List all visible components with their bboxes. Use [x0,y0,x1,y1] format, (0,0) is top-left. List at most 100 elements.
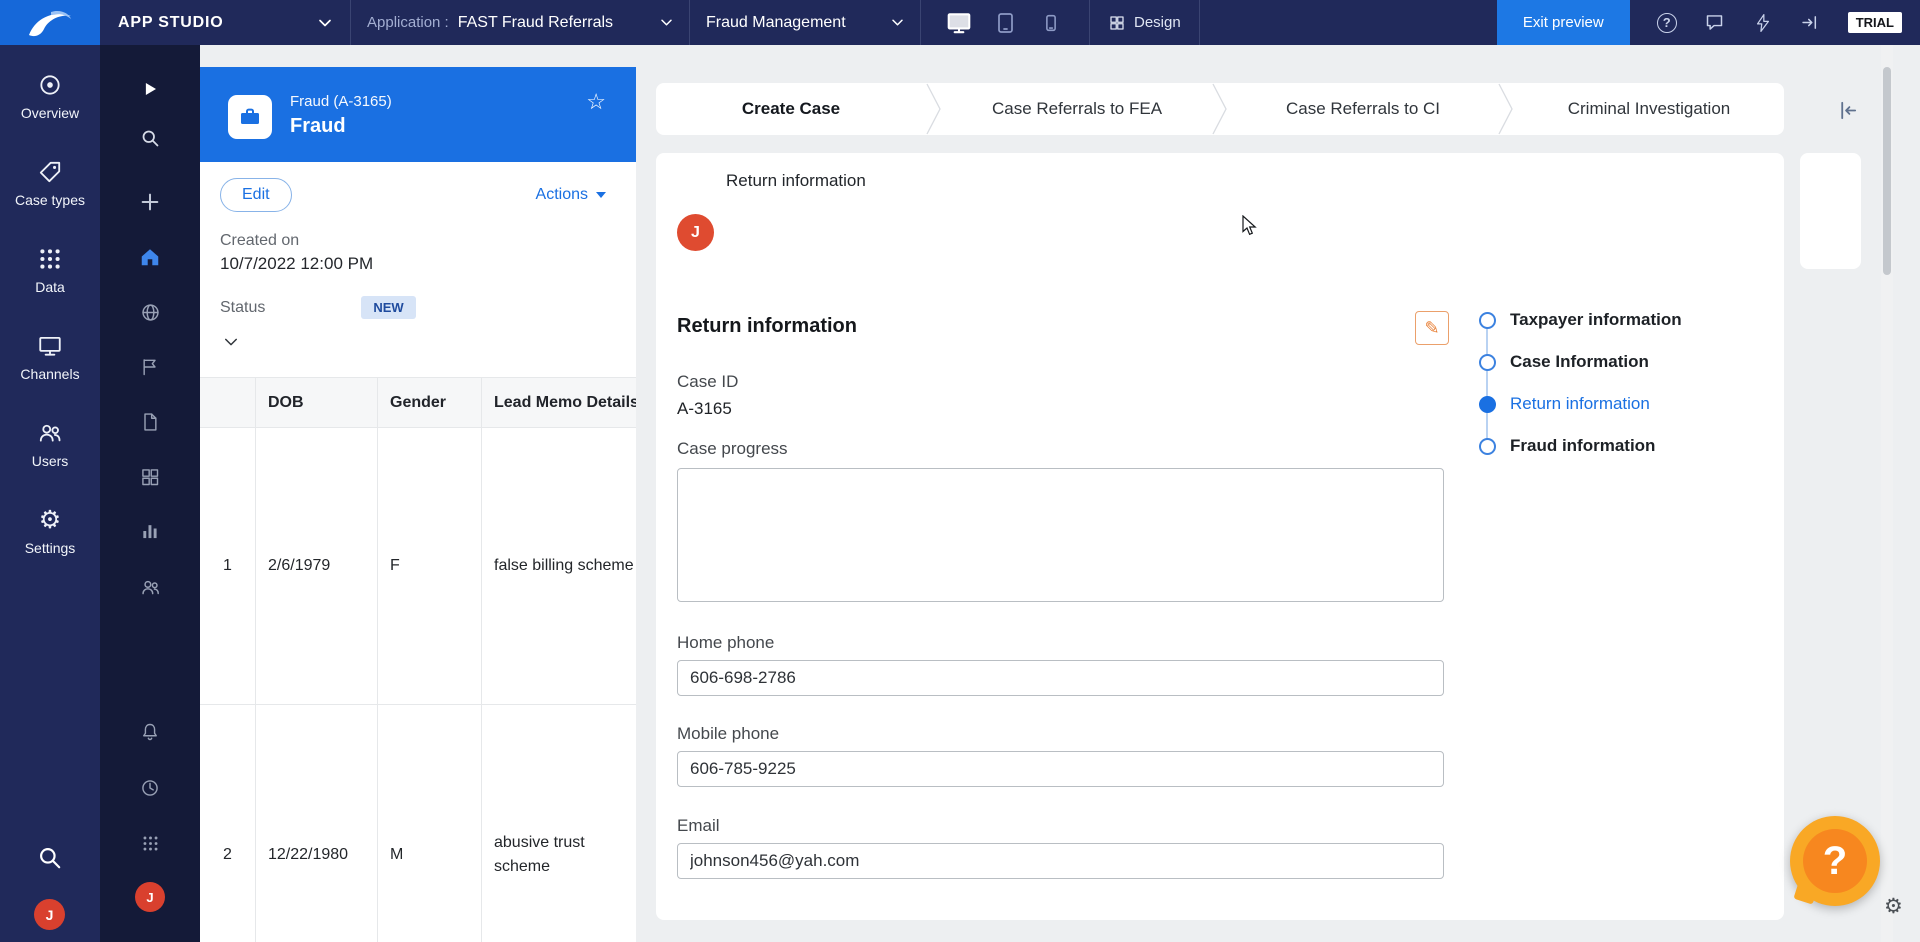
email-input[interactable] [677,843,1444,879]
table-row[interactable]: 1 2/6/1979 F false billing scheme [200,428,636,705]
sidebar-item-label: Settings [24,540,76,556]
utilities-panel [1800,153,1861,269]
sidebar-item-users[interactable]: Users [0,401,100,488]
stage-criminal-investigation[interactable]: Criminal Investigation [1514,99,1784,119]
resource-center-icon[interactable] [1800,12,1822,34]
sidebar-item-data[interactable]: Data [0,227,100,314]
scrollbar-thumb[interactable] [1883,67,1891,275]
chart-icon[interactable] [138,519,162,543]
run-icon[interactable] [138,77,162,101]
header-cell-dob: DOB [256,378,378,428]
sidebar-item-case-types[interactable]: Case types [0,140,100,227]
recents-icon[interactable] [138,776,162,800]
document-icon[interactable] [138,410,162,434]
search-icon[interactable] [138,126,162,150]
application-label: Application : [367,14,449,31]
question-glyph: ? [1656,12,1677,33]
step-case-information[interactable]: Case Information [1479,341,1769,383]
step-taxpayer-information[interactable]: Taxpayer information [1479,299,1769,341]
desktop-preview-icon[interactable] [945,9,973,37]
application-value: FAST Fraud Referrals [457,13,614,31]
stage-separator [926,83,941,135]
feedback-icon[interactable] [1704,12,1726,34]
case-panel: Fraud (A-3165) Fraud ☆ Edit Actions Crea… [200,67,636,942]
pencil-icon: ✎ [1424,317,1440,338]
icon-rail: J [100,45,200,942]
star-icon[interactable]: ☆ [586,89,606,115]
mobile-phone-label: Mobile phone [677,724,780,743]
stage-case-referrals-to-ci[interactable]: Case Referrals to CI [1228,99,1498,119]
mobile-phone-input[interactable] [677,751,1444,787]
help-fab[interactable]: ? [1790,816,1880,906]
exit-preview-button[interactable]: Exit preview [1496,0,1630,45]
case-id-value: A-3165 [677,399,732,418]
form-fields: Case ID A-3165 Case progress Home phone … [677,372,1444,920]
case-type-tile [228,95,272,139]
case-id-line: Fraud (A-3165) [290,93,392,110]
notifications-icon[interactable] [138,720,162,744]
home-phone-input[interactable] [677,660,1444,696]
edit-button[interactable]: Edit [220,178,292,212]
topbar-icon-group: ? [1630,12,1848,34]
sidebar-item-settings[interactable]: ⚙ Settings [0,488,100,575]
dashboard-icon[interactable] [138,465,162,489]
sidebar-item-label: Data [35,279,65,295]
collapse-panel-icon[interactable] [1834,97,1860,123]
home-icon[interactable] [138,245,162,269]
apps-icon[interactable] [138,831,162,855]
cell-memo: false billing scheme [482,428,636,705]
sidebar-item-label: Channels [20,366,80,382]
stage-navigation: Create Case Case Referrals to FEA Case R… [656,83,1784,135]
table-row[interactable]: 2 12/22/1980 M abusive trust scheme [200,705,636,942]
flag-icon[interactable] [138,355,162,379]
case-progress-input[interactable] [677,468,1444,602]
device-preview-group [921,0,1089,45]
edit-section-button[interactable]: ✎ [1415,311,1449,345]
scrollbar-track [1881,45,1893,942]
question-icon: ? [1822,838,1848,883]
user-avatar[interactable]: J [34,899,65,930]
cell-gender: M [378,705,482,942]
users-icon [39,424,61,442]
card-title: Return information [726,171,866,190]
data-icon [40,249,60,269]
settings-gear-icon[interactable]: ⚙ [1884,894,1903,919]
design-button[interactable]: Design [1090,0,1199,45]
case-panel-body: Edit Actions Created on 10/7/2022 12:00 … [200,178,636,353]
chevron-down-icon [661,19,672,26]
application-selector[interactable]: Application : FAST Fraud Referrals [351,0,689,45]
add-icon[interactable] [138,190,162,214]
actions-menu[interactable]: Actions [536,186,606,204]
sidebar-item-overview[interactable]: Overview [0,53,100,140]
step-circle-icon [1479,437,1496,455]
cell-dob: 2/6/1979 [256,428,378,705]
pega-logo[interactable] [0,0,100,45]
step-label: Fraud information [1510,436,1656,455]
table-header-row: DOB Gender Lead Memo Details [200,378,636,428]
status-badge: NEW [361,296,416,319]
avatar: J [677,214,714,251]
explore-icon[interactable] [138,300,162,324]
cell-gender: F [378,428,482,705]
topbar: APP STUDIO Application : FAST Fraud Refe… [0,0,1920,45]
team-icon[interactable] [138,575,162,599]
step-return-information[interactable]: Return information [1479,383,1769,425]
help-icon[interactable]: ? [1656,12,1678,34]
step-fraud-information[interactable]: Fraud information [1479,425,1769,467]
stage-create-case[interactable]: Create Case [656,99,926,119]
sidebar-item-channels[interactable]: Channels [0,314,100,401]
header-cell-index [200,378,256,428]
chevron-down-icon [319,19,331,26]
announcements-icon[interactable] [1752,12,1774,34]
search-icon[interactable] [37,845,63,876]
workspace-selector[interactable]: Fraud Management [690,0,920,45]
user-avatar[interactable]: J [135,882,165,912]
app-studio-menu[interactable]: APP STUDIO [100,0,350,45]
stage-case-referrals-to-fea[interactable]: Case Referrals to FEA [942,99,1212,119]
sidebar-item-label: Users [31,453,69,469]
case-data-table: DOB Gender Lead Memo Details 1 2/6/1979 … [200,377,636,942]
collapse-details-chevron[interactable] [221,333,243,353]
overview-icon [40,75,60,95]
mobile-preview-icon[interactable] [1037,9,1065,37]
tablet-preview-icon[interactable] [991,9,1019,37]
